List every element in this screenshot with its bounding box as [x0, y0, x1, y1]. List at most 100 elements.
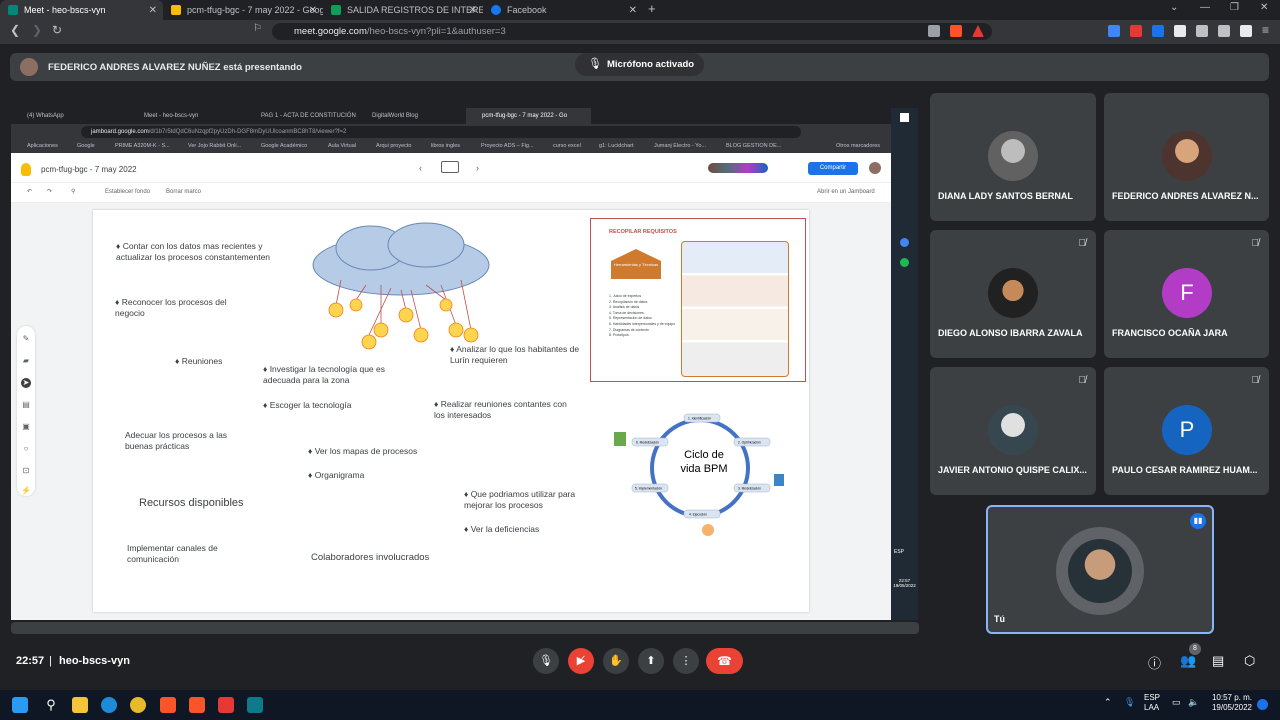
brave-icon[interactable] — [189, 697, 205, 713]
sidebar-icon[interactable] — [1218, 25, 1230, 37]
raise-hand-button[interactable]: ✋ — [603, 648, 629, 674]
inner-url: jamboard.google.com/d/1b7r5tdQdC6uNzqpf2… — [81, 126, 801, 138]
search-icon[interactable]: ⚲ — [43, 697, 59, 713]
address-bar[interactable]: meet.google.com/heo-bscs-vyn?pli=1&authu… — [272, 23, 992, 40]
end-call-button[interactable]: ☎ — [706, 648, 743, 674]
present-button[interactable]: ⬆ — [638, 648, 664, 674]
note: ♦ Contar con los datos mas recientes y a… — [116, 241, 271, 263]
anydesk-icon[interactable] — [218, 697, 234, 713]
camera-off-button[interactable]: ▶̸ — [568, 648, 594, 674]
extension-icon[interactable] — [1108, 25, 1120, 37]
inner-tab: PAG 1 - ACTA DE CONSTITUCIÓN — [261, 113, 356, 119]
note: ♦ Ver la deficiencias — [464, 524, 540, 534]
system-clock[interactable]: 10:57 p. m. 19/05/2022 — [1206, 693, 1252, 714]
laser-icon: ⚡ — [21, 486, 31, 495]
tools-label: Herramientas y Técnicas — [613, 262, 659, 267]
tab-label: SALIDA REGISTROS DE INTERESADOS — [347, 5, 483, 15]
app-icon[interactable] — [247, 697, 263, 713]
inner-tab: DigitalWorld Blog — [372, 113, 418, 119]
bpm-stage-label: 5. Implementación — [635, 487, 662, 491]
jamboard-logo-icon — [21, 163, 31, 176]
chat-icon[interactable]: ▤ — [1212, 653, 1224, 669]
wallet-icon[interactable] — [1240, 25, 1252, 37]
avatar — [988, 405, 1038, 455]
windows-start-icon[interactable] — [12, 697, 28, 713]
participant-name: DIANA LADY SANTOS BERNAL — [938, 191, 1073, 201]
tab-label: pcm-tfug-bgc - 7 may 2022 - Google — [187, 5, 323, 15]
url-host: meet.google.com — [294, 26, 367, 37]
new-tab-button[interactable]: + — [648, 1, 656, 16]
participant-tile[interactable]: 🎙̸ JAVIER ANTONIO QUISPE CALIX... — [930, 367, 1096, 495]
participant-tile[interactable]: 🎙̸ F FRANCISCO OCAÑA JARA — [1104, 230, 1269, 358]
edge-icon[interactable] — [101, 697, 117, 713]
camera-icon[interactable] — [928, 25, 940, 37]
collaborator-avatars — [708, 163, 768, 173]
bookmark: Google Académico — [261, 143, 308, 149]
network-icon[interactable]: ▭ — [1172, 697, 1181, 708]
note: Adecuar los procesos a las buenas prácti… — [125, 430, 228, 452]
note: ♦ Escoger la tecnología — [263, 400, 352, 410]
participant-tile[interactable]: DIANA LADY SANTOS BERNAL — [930, 93, 1096, 221]
extension-icon[interactable] — [1174, 25, 1186, 37]
window-close-button[interactable]: ✕ — [1260, 2, 1268, 13]
microphone-button[interactable]: 🎙 — [533, 648, 559, 674]
jam-frame: ♦ Contar con los datos mas recientes y a… — [93, 210, 809, 612]
brave-icon[interactable] — [160, 697, 176, 713]
info-icon[interactable]: ⓘ — [1148, 653, 1161, 672]
minimize-button[interactable]: — — [1200, 2, 1210, 13]
jamboard-toolbar: ↶ ↷ ⚲ Establecer fondo Borrar marco Abri… — [11, 183, 891, 203]
participant-tile[interactable]: FEDERICO ANDRES ALVAREZ N... — [1104, 93, 1269, 221]
tab-jamboard[interactable]: pcm-tfug-bgc - 7 may 2022 - Google ✕ — [163, 0, 323, 20]
file-explorer-icon[interactable] — [72, 697, 88, 713]
extension-icon[interactable] — [1130, 25, 1142, 37]
chrome-icon[interactable] — [130, 697, 146, 713]
forward-icon[interactable]: ❯ — [32, 23, 42, 37]
people-icon[interactable]: 👥 — [1180, 653, 1196, 669]
brave-shield-icon[interactable] — [950, 25, 962, 37]
reload-icon[interactable]: ↻ — [52, 23, 62, 37]
close-icon[interactable]: ✕ — [309, 5, 317, 16]
money-icon — [614, 432, 626, 446]
inner-lang: ESP — [894, 549, 905, 555]
avatar — [988, 268, 1038, 318]
more-options-button[interactable]: ⋮ — [673, 648, 699, 674]
maximize-button[interactable]: ❐ — [1230, 2, 1239, 13]
mic-tray-icon[interactable]: 🎙 — [1124, 697, 1135, 708]
participant-tile[interactable]: 🎙̸ P PAULO CESAR RAMIREZ HUAM... — [1104, 367, 1269, 495]
notification-icon[interactable] — [1257, 699, 1268, 710]
bookmark: Arqui proyecto — [376, 143, 412, 149]
facebook-icon — [491, 5, 501, 15]
chrome-icon — [900, 238, 909, 247]
activities-icon[interactable]: ⬡ — [1244, 653, 1255, 669]
bookmark-icon[interactable]: ⚐ — [253, 23, 262, 34]
inner-address-bar: jamboard.google.com/d/1b7r5tdQdC6uNzqpf2… — [11, 124, 891, 140]
tab-meet[interactable]: Meet - heo-bscs-vyn ✕ — [0, 0, 163, 20]
menu-icon[interactable]: ≡ — [1262, 23, 1269, 37]
tab-search-icon[interactable]: ⌄ — [1170, 2, 1178, 13]
image-icon: ▣ — [22, 422, 30, 431]
bookmark: Proyecto ADS – Fig... — [481, 143, 534, 149]
shared-scrollbar[interactable] — [11, 622, 919, 634]
tab-sheets[interactable]: SALIDA REGISTROS DE INTERESADOS ✕ — [323, 0, 483, 20]
requirements-list: 1. Juicio de expertos 2. Recopilación de… — [609, 294, 676, 338]
back-icon[interactable]: ❮ — [10, 23, 20, 37]
language-indicator[interactable]: ESP LAA — [1144, 693, 1160, 714]
participant-tile[interactable]: 🎙̸ DIEGO ALONSO IBARRA ZAVALA — [930, 230, 1096, 358]
text-box-icon: ⊡ — [22, 466, 30, 475]
volume-icon[interactable]: 🔈 — [1188, 697, 1199, 708]
puzzle-icon[interactable] — [1196, 25, 1208, 37]
tab-facebook[interactable]: Facebook ✕ — [483, 0, 643, 20]
mic-off-icon: 🎙̸ — [1078, 238, 1087, 249]
close-icon[interactable]: ✕ — [149, 5, 157, 16]
extension-icon[interactable] — [1152, 25, 1164, 37]
note: ♦ Realizar reuniones contantes con los i… — [434, 399, 567, 421]
bookmark: libros ingles — [431, 143, 461, 149]
tray-expand-icon[interactable]: ⌃ — [1104, 697, 1112, 708]
participant-name: JAVIER ANTONIO QUISPE CALIX... — [938, 465, 1087, 475]
avatar — [869, 162, 881, 174]
jam-title: pcm-tfug-bgc - 7 may 2022 — [41, 165, 137, 174]
close-icon[interactable]: ✕ — [629, 5, 637, 16]
self-tile[interactable]: ▮▮ Tú — [986, 505, 1214, 634]
close-icon[interactable]: ✕ — [469, 5, 477, 16]
sheets-icon — [331, 5, 341, 15]
